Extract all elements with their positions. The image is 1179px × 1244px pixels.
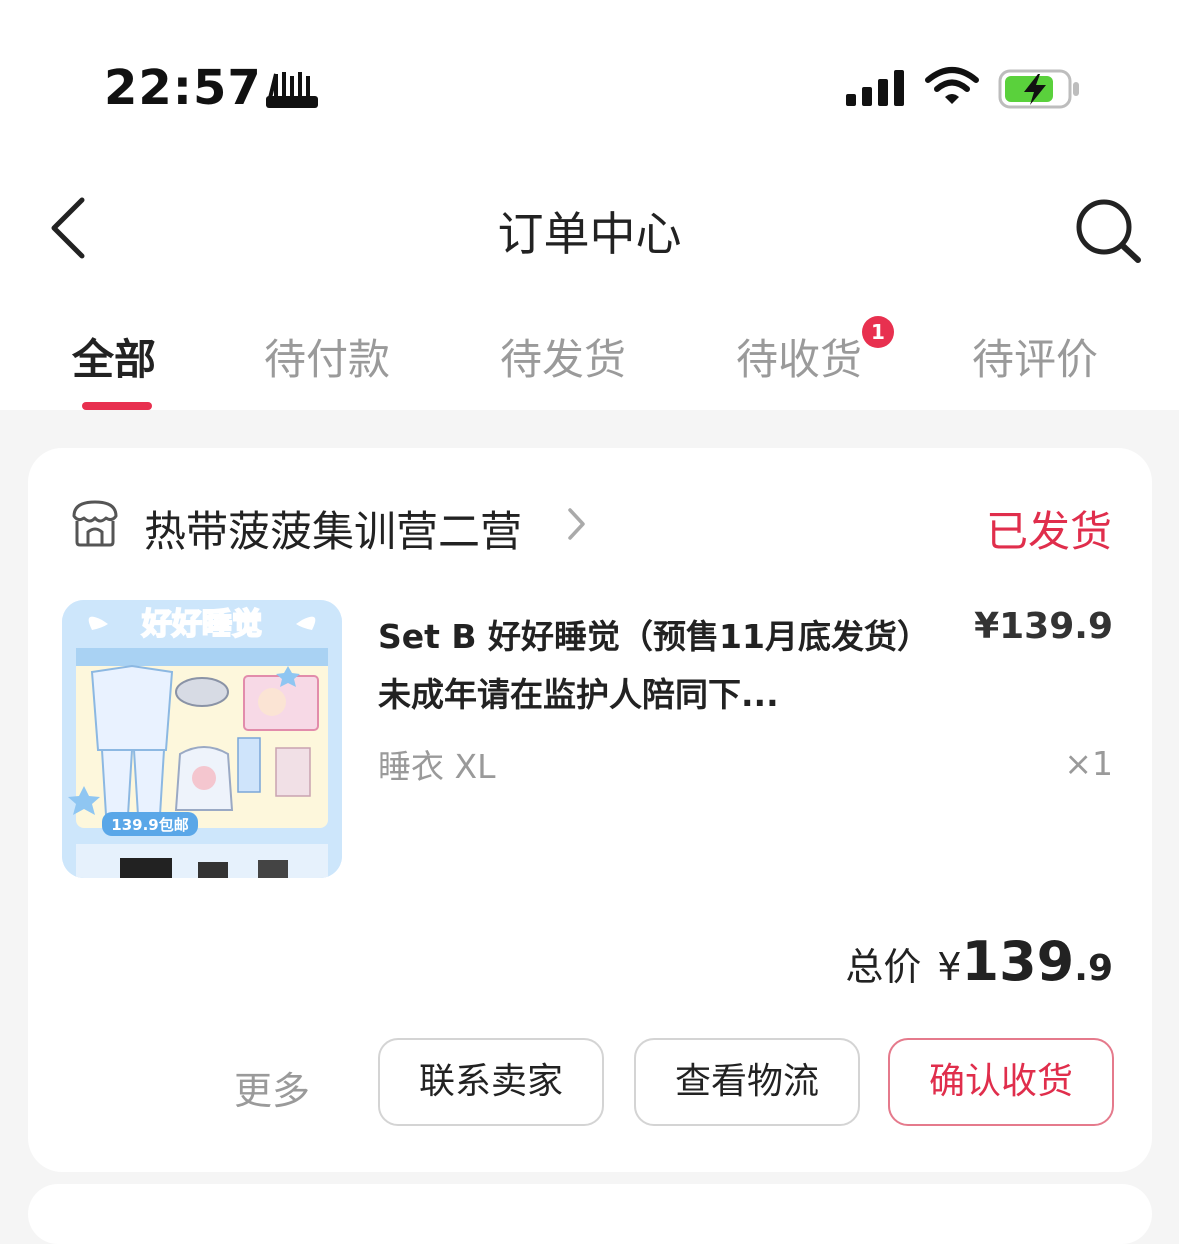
order-status: 已发货 — [985, 507, 1112, 556]
tab-pending-receipt[interactable]: 待收货 — [736, 326, 862, 387]
order-total: 总价 ¥139.9 — [845, 930, 1113, 993]
total-integer: 139 — [961, 930, 1075, 993]
shop-icon — [72, 500, 118, 547]
shop-name[interactable]: 热带菠菠集训营二营 — [144, 498, 522, 559]
battery-charging-icon — [998, 69, 1079, 109]
total-label: 总价 — [845, 945, 922, 989]
product-variant: 睡衣 XL — [378, 747, 496, 786]
cellular-signal-icon — [846, 70, 904, 106]
product-image[interactable]: 好好睡觉 139.9包邮 — [62, 600, 342, 878]
tab-pending-review[interactable]: 待评价 — [972, 326, 1098, 387]
total-decimal: .9 — [1074, 948, 1113, 989]
product-image-banner: 好好睡觉 — [141, 607, 262, 642]
chevron-right-icon[interactable] — [564, 506, 588, 542]
view-logistics-button[interactable]: 查看物流 — [634, 1038, 860, 1126]
active-tab-indicator — [82, 402, 152, 410]
tab-badge-count: 1 — [862, 316, 894, 348]
next-order-card[interactable] — [28, 1184, 1152, 1244]
tab-pending-payment[interactable]: 待付款 — [264, 326, 390, 387]
product-price: ¥139.9 — [974, 606, 1113, 647]
page-title: 订单中心 — [497, 207, 682, 261]
wifi-icon — [925, 67, 979, 104]
confirm-receipt-button[interactable]: 确认收货 — [888, 1038, 1114, 1126]
product-title[interactable]: Set B 好好睡觉（预售11月底发货）未成年请在监护人陪同下... — [378, 608, 926, 724]
product-quantity: ×1 — [1064, 744, 1113, 783]
more-button[interactable]: 更多 — [234, 1060, 310, 1115]
search-icon[interactable] — [1072, 196, 1144, 266]
tab-pending-shipment[interactable]: 待发货 — [500, 326, 626, 387]
product-image-price-tag: 139.9包邮 — [111, 816, 188, 834]
tab-all[interactable]: 全部 — [72, 326, 156, 387]
app-badge-icon — [266, 72, 318, 108]
total-currency: ¥ — [937, 945, 962, 989]
contact-seller-button[interactable]: 联系卖家 — [378, 1038, 604, 1126]
status-time: 22:57 — [104, 60, 262, 116]
